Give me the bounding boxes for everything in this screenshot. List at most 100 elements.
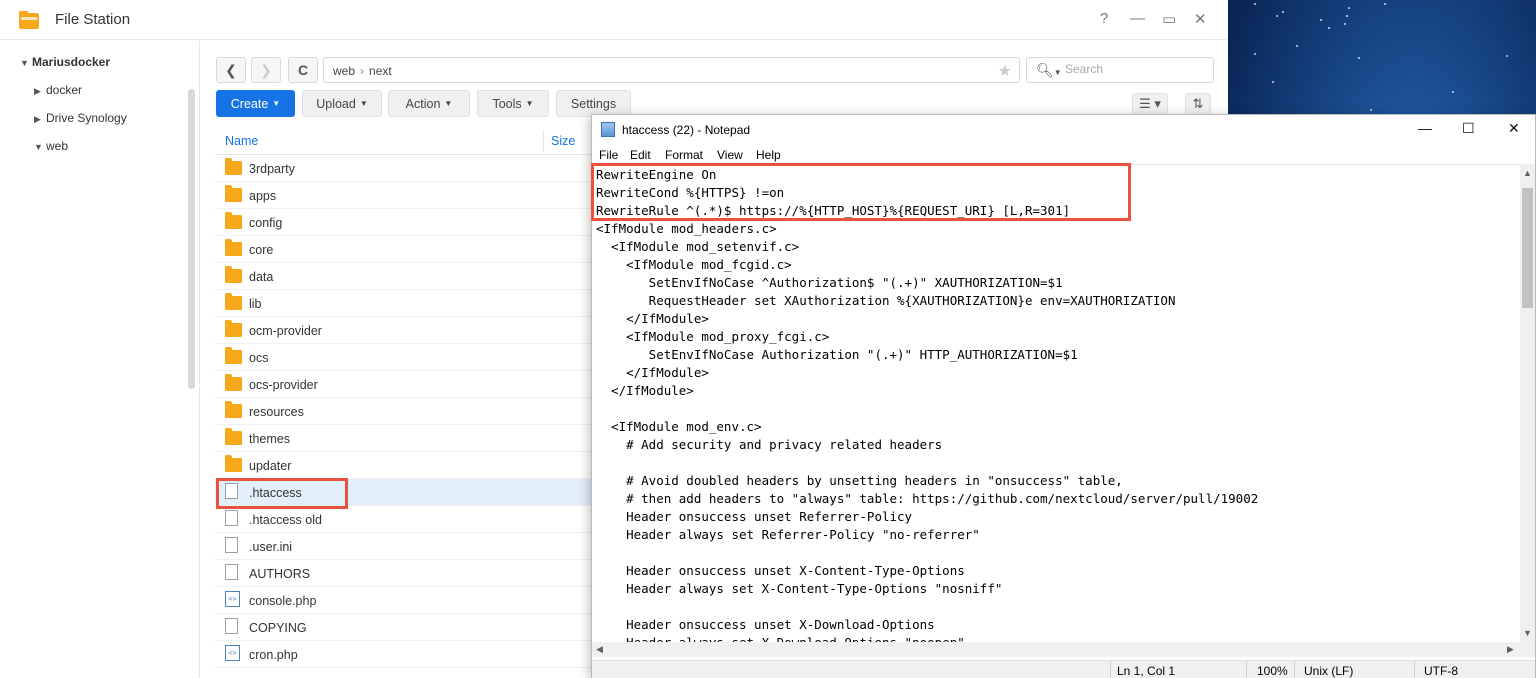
breadcrumb-item-next[interactable]: next bbox=[369, 64, 392, 78]
breadcrumb-separator: › bbox=[360, 64, 365, 78]
file-icon bbox=[225, 510, 242, 526]
folder-icon bbox=[225, 428, 242, 445]
menu-view[interactable]: View bbox=[717, 148, 743, 162]
caret-down-icon: ▼ bbox=[20, 58, 29, 68]
file-row[interactable]: COPYING bbox=[215, 614, 595, 641]
star-dot bbox=[1328, 27, 1330, 29]
file-row[interactable]: updater bbox=[215, 452, 595, 479]
file-row[interactable]: data bbox=[215, 263, 595, 290]
folder-icon bbox=[225, 185, 242, 202]
chevron-right-icon: ❯ bbox=[260, 61, 272, 78]
notepad-text-editor[interactable]: RewriteEngine On RewriteCond %{HTTPS} !=o… bbox=[592, 164, 1520, 642]
file-row[interactable]: AUTHORS bbox=[215, 560, 595, 587]
code-line: SetEnvIfNoCase ^Authorization$ "(.+)" XA… bbox=[596, 275, 1063, 290]
sidebar-root-mariusdocker[interactable]: ▼ Mariusdocker bbox=[20, 55, 110, 69]
file-row[interactable]: ocs bbox=[215, 344, 595, 371]
file-row[interactable]: apps bbox=[215, 182, 595, 209]
menu-help[interactable]: Help bbox=[756, 148, 781, 162]
scroll-right-icon[interactable]: ▶ bbox=[1507, 644, 1514, 655]
upload-button[interactable]: Upload ▼ bbox=[302, 90, 382, 117]
sidebar-item-drive-synology[interactable]: ▶ Drive Synology bbox=[34, 111, 127, 125]
search-box[interactable]: 🔍︎▼ bbox=[1026, 57, 1214, 83]
action-button[interactable]: Action ▼ bbox=[388, 90, 470, 117]
menu-format[interactable]: Format bbox=[665, 148, 703, 162]
tools-button[interactable]: Tools ▼ bbox=[477, 90, 549, 117]
code-line: Header always set X-Content-Type-Options… bbox=[596, 581, 1003, 596]
refresh-button[interactable]: C bbox=[288, 57, 318, 83]
notepad-close-button[interactable]: ✕ bbox=[1508, 120, 1520, 137]
file-row[interactable]: ocm-provider bbox=[215, 317, 595, 344]
notepad-maximize-button[interactable]: ☐ bbox=[1462, 120, 1475, 137]
search-input[interactable] bbox=[1065, 62, 1205, 76]
sidebar-scrollbar[interactable] bbox=[188, 89, 195, 389]
breadcrumb-item-web[interactable]: web bbox=[333, 64, 355, 78]
caret-right-icon: ▶ bbox=[34, 114, 41, 124]
menu-file[interactable]: File bbox=[599, 148, 618, 162]
file-name: .htaccess old bbox=[249, 513, 322, 527]
highlight-box-rewrite-rules bbox=[591, 163, 1131, 221]
code-line: </IfModule> bbox=[596, 365, 709, 380]
scrollbar-thumb[interactable] bbox=[1522, 188, 1533, 308]
file-row[interactable]: .user.ini bbox=[215, 533, 595, 560]
star-dot bbox=[1276, 15, 1278, 17]
notepad-vertical-scrollbar[interactable]: ▲ ▼ bbox=[1520, 164, 1535, 642]
view-mode-button[interactable]: ☰ ▾ bbox=[1132, 93, 1168, 115]
star-dot bbox=[1348, 7, 1350, 9]
scroll-down-icon[interactable]: ▼ bbox=[1523, 628, 1532, 638]
star-dot bbox=[1254, 53, 1256, 55]
sidebar: ▼ Mariusdocker ▶ docker ▶ Drive Synology ▼ w… bbox=[0, 41, 200, 678]
help-button[interactable]: ? bbox=[1100, 10, 1108, 27]
notepad-horizontal-scrollbar[interactable]: ◀ ▶ bbox=[592, 642, 1535, 657]
file-row[interactable]: <> cron.php bbox=[215, 641, 595, 668]
scroll-left-icon[interactable]: ◀ bbox=[596, 644, 603, 655]
breadcrumb[interactable]: web › next ★ bbox=[323, 57, 1020, 83]
file-row[interactable]: 3rdparty bbox=[215, 155, 595, 182]
caret-right-icon: ▶ bbox=[34, 86, 41, 96]
star-dot bbox=[1254, 3, 1256, 5]
file-row[interactable]: .htaccess old bbox=[215, 506, 595, 533]
file-row[interactable]: core bbox=[215, 236, 595, 263]
notepad-minimize-button[interactable]: — bbox=[1418, 120, 1432, 136]
close-button[interactable]: ✕ bbox=[1194, 10, 1207, 28]
maximize-button[interactable]: ▭ bbox=[1162, 10, 1176, 28]
code-file-icon: <> bbox=[225, 645, 242, 661]
file-row[interactable]: <> console.php bbox=[215, 587, 595, 614]
code-line: # then add headers to "always" table: ht… bbox=[596, 491, 1259, 506]
search-icon[interactable]: 🔍︎▼ bbox=[1036, 62, 1062, 79]
code-line: SetEnvIfNoCase Authorization "(.+)" HTTP… bbox=[596, 347, 1078, 362]
star-dot bbox=[1452, 91, 1454, 93]
star-dot bbox=[1384, 3, 1386, 5]
status-divider bbox=[1246, 661, 1247, 678]
caret-down-icon: ▼ bbox=[272, 99, 281, 108]
file-row[interactable]: ocs-provider bbox=[215, 371, 595, 398]
star-icon[interactable]: ★ bbox=[998, 61, 1012, 81]
file-row[interactable]: resources bbox=[215, 398, 595, 425]
folder-icon bbox=[225, 374, 242, 391]
create-button[interactable]: Create ▼ bbox=[216, 90, 295, 117]
star-dot bbox=[1320, 19, 1322, 21]
file-row[interactable]: config bbox=[215, 209, 595, 236]
forward-button[interactable]: ❯ bbox=[251, 57, 281, 83]
file-row[interactable]: themes bbox=[215, 425, 595, 452]
scroll-up-icon[interactable]: ▲ bbox=[1523, 168, 1532, 178]
column-divider[interactable] bbox=[543, 130, 544, 152]
code-line: <IfModule mod_setenvif.c> bbox=[596, 239, 800, 254]
back-button[interactable]: ❮ bbox=[216, 57, 246, 83]
minimize-button[interactable]: — bbox=[1130, 10, 1145, 27]
notepad-titlebar: htaccess (22) - Notepad — ☐ ✕ bbox=[592, 115, 1535, 145]
list-view-icon: ☰ ▾ bbox=[1139, 96, 1161, 111]
sidebar-item-web[interactable]: ▼ web bbox=[34, 139, 68, 153]
caret-down-icon: ▼ bbox=[525, 99, 534, 108]
file-icon bbox=[225, 537, 242, 553]
menu-edit[interactable]: Edit bbox=[630, 148, 651, 162]
column-header-name[interactable]: Name bbox=[225, 134, 258, 148]
star-dot bbox=[1506, 55, 1508, 57]
file-name: cron.php bbox=[249, 648, 298, 662]
settings-button[interactable]: Settings bbox=[556, 90, 631, 117]
file-name: ocm-provider bbox=[249, 324, 322, 338]
sort-icon: ⇅ bbox=[1192, 96, 1204, 111]
file-row[interactable]: lib bbox=[215, 290, 595, 317]
sort-button[interactable]: ⇅ bbox=[1185, 93, 1211, 115]
sidebar-item-docker[interactable]: ▶ docker bbox=[34, 83, 82, 97]
column-header-size[interactable]: Size bbox=[551, 134, 575, 148]
